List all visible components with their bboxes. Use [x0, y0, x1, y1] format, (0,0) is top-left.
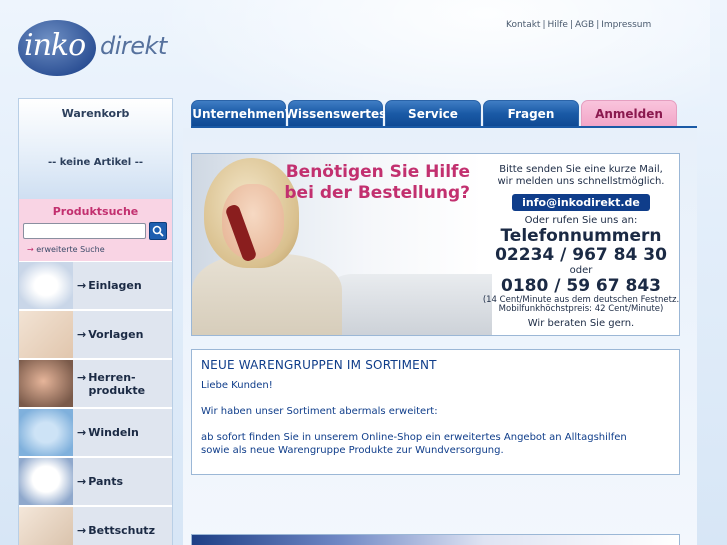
tab-wissenswertes[interactable]: Wissenswertes: [285, 100, 386, 127]
contact-info: Bitte senden Sie eine kurze Mail, wir me…: [482, 154, 679, 335]
category-label: → Pants: [77, 475, 124, 488]
contact-intro-1: Bitte senden Sie eine kurze Mail,: [499, 164, 663, 175]
cart-box: Warenkorb -- keine Artikel --: [19, 99, 172, 199]
category-bettschutz[interactable]: → Bettschutz: [19, 506, 172, 545]
search-icon: [152, 225, 164, 237]
bettschutz-image: [19, 507, 73, 545]
category-label: → Windeln: [77, 426, 139, 439]
link-agb[interactable]: AGB: [575, 20, 594, 30]
category-vorlagen[interactable]: → Vorlagen: [19, 310, 172, 358]
main-nav: Unternehmen Wissenswertes Service Fragen…: [191, 100, 677, 127]
category-label: → Bettschutz: [77, 524, 155, 537]
category-label: → Einlagen: [77, 279, 142, 292]
news-box: NEUE WARENGRUPPEN IM SORTIMENT Liebe Kun…: [191, 349, 680, 475]
category-label: → Vorlagen: [77, 328, 144, 341]
cart-title[interactable]: Warenkorb: [19, 107, 172, 120]
tab-fragen[interactable]: Fragen: [483, 100, 579, 127]
tab-service[interactable]: Service: [385, 100, 481, 127]
price-note-2: Mobilfunkhöchstpreis: 42 Cent/Minute): [498, 304, 664, 314]
einlagen-image: [19, 262, 73, 309]
search-input[interactable]: [23, 223, 146, 239]
advanced-search-link[interactable]: erweiterte Suche: [27, 245, 104, 254]
news-paragraph-1: Wir haben unser Sortiment abermals erwei…: [201, 406, 438, 417]
link-impressum[interactable]: Impressum: [601, 20, 651, 30]
category-einlagen[interactable]: → Einlagen: [19, 261, 172, 309]
closing-text: Wir beraten Sie gern.: [527, 318, 635, 329]
vorlagen-image: [19, 311, 73, 358]
contact-intro-2: wir melden uns schnellstmöglich.: [497, 176, 665, 187]
tab-unternehmen[interactable]: Unternehmen: [191, 100, 286, 127]
search-title: Produktsuche: [52, 205, 139, 218]
news-paragraph-3: sowie als neue Warengruppe Produkte zur …: [201, 445, 504, 456]
tab-anmelden[interactable]: Anmelden: [581, 100, 677, 127]
phones-label: Telefonnummern: [500, 226, 662, 246]
category-windeln[interactable]: → Windeln: [19, 408, 172, 456]
search-button[interactable]: [149, 222, 167, 240]
link-kontakt[interactable]: Kontakt: [506, 20, 540, 30]
phone-number-1: 02234 / 967 84 30: [495, 245, 667, 265]
phone-number-2: 0180 / 59 67 843: [501, 276, 661, 296]
bottom-banner: [191, 534, 680, 545]
herrenprodukte-image: [19, 360, 73, 407]
windeln-image: [19, 409, 73, 456]
mail-link[interactable]: info@inkodirekt.de: [512, 194, 650, 211]
link-hilfe[interactable]: Hilfe: [548, 20, 568, 30]
inkodirekt-logo[interactable]: inko direkt: [16, 20, 186, 80]
category-label: → Herren- produkte: [77, 370, 146, 397]
product-search: Produktsuche erweiterte Suche: [19, 199, 172, 261]
logo-text-direkt: direkt: [100, 32, 167, 60]
sidebar: Warenkorb -- keine Artikel -- Produktsuc…: [18, 98, 173, 545]
news-greeting: Liebe Kunden!: [201, 380, 273, 391]
help-banner: Benötigen Sie Hilfe bei der Bestellung? …: [191, 153, 680, 336]
top-links: Kontakt | Hilfe | AGB | Impressum: [506, 20, 652, 30]
pants-image: [19, 458, 73, 505]
category-pants[interactable]: → Pants: [19, 457, 172, 505]
logo-text-inko: inko: [24, 28, 86, 63]
category-herrenprodukte[interactable]: → Herren- produkte: [19, 359, 172, 407]
banner-headline: Benötigen Sie Hilfe bei der Bestellung?: [284, 162, 470, 203]
news-paragraph-2: ab sofort finden Sie in unserem Online-S…: [201, 432, 627, 443]
news-title: NEUE WARENGRUPPEN IM SORTIMENT: [201, 358, 437, 372]
cart-empty-text: -- keine Artikel --: [47, 157, 143, 168]
